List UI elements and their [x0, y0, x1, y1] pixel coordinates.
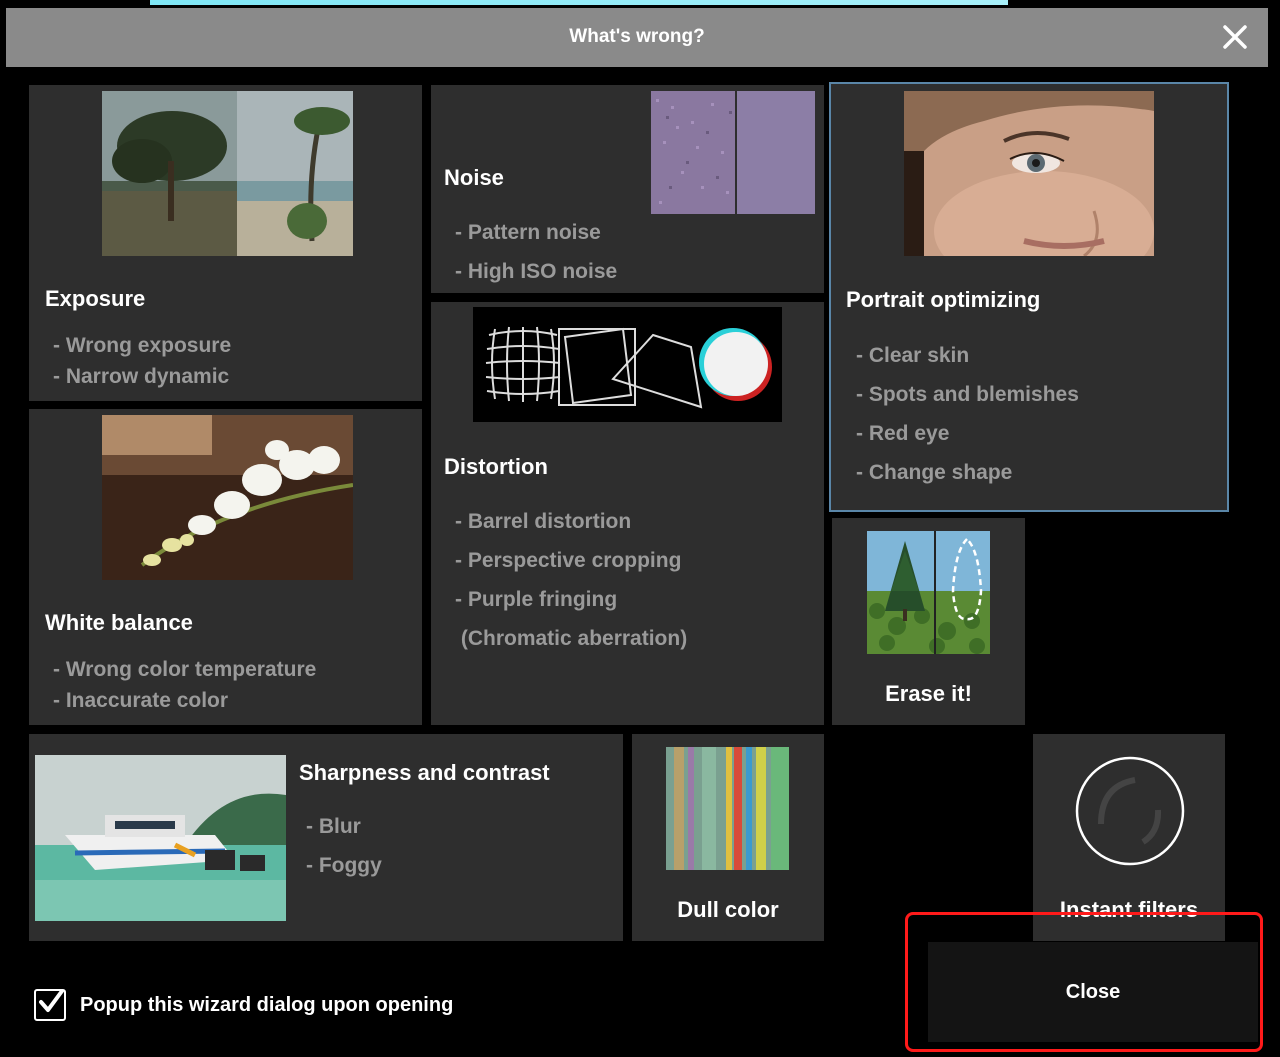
popup-on-open-checkbox[interactable] [34, 989, 66, 1021]
list-item: - Foggy [306, 854, 382, 877]
list-item: - High ISO noise [455, 260, 618, 283]
erase-title: Erase it! [885, 681, 972, 706]
popup-on-open-label: Popup this wizard dialog upon opening [80, 993, 454, 1016]
list-item: - Narrow dynamic [53, 365, 230, 388]
noise-title: Noise [444, 165, 504, 190]
card-portrait[interactable]: Portrait optimizing - Clear skin - Spots… [829, 82, 1229, 512]
list-item: - Perspective cropping [455, 549, 682, 572]
distortion-title: Distortion [444, 454, 548, 479]
card-noise[interactable]: Noise - Pattern noise - High ISO noise [431, 85, 824, 293]
list-item: - Blur [306, 815, 361, 838]
list-item: - Wrong color temperature [53, 658, 317, 681]
close-icon[interactable] [1220, 22, 1250, 52]
distortion-thumbnail [473, 307, 782, 422]
window-top-strip [150, 0, 1008, 5]
list-item: - Barrel distortion [455, 510, 632, 533]
dialog-titlebar: What's wrong? [6, 8, 1268, 67]
noise-items: - Pattern noise - High ISO noise [455, 213, 617, 291]
card-erase[interactable]: Erase it! [832, 518, 1025, 725]
list-item: (Chromatic aberration) [455, 627, 688, 650]
list-item: - Purple fringing [455, 588, 618, 611]
list-item: - Red eye [856, 422, 950, 445]
list-item: - Pattern noise [455, 221, 601, 244]
sharpness-thumbnail [35, 755, 286, 921]
noise-thumbnail [651, 91, 815, 214]
exposure-thumbnail [102, 91, 353, 256]
card-sharpness[interactable]: Sharpness and contrast - Blur - Foggy [29, 734, 623, 941]
distortion-items: - Barrel distortion - Perspective croppi… [455, 502, 687, 658]
card-exposure[interactable]: Exposure - Wrong exposure - Narrow dynam… [29, 85, 422, 401]
card-dull-color[interactable]: Dull color [632, 734, 824, 941]
erase-thumbnail [867, 531, 990, 654]
list-item: - Wrong exposure [53, 334, 232, 357]
instant-filters-title: Instant filters [1059, 897, 1199, 922]
dull-color-title: Dull color [677, 897, 779, 922]
card-instant-filters[interactable]: Instant filters [1033, 734, 1225, 941]
lens-icon [1075, 756, 1185, 866]
card-white-balance[interactable]: White balance - Wrong color temperature … [29, 409, 422, 725]
portrait-title: Portrait optimizing [846, 287, 1041, 312]
dialog-title: What's wrong? [569, 26, 705, 47]
checkmark-icon [39, 989, 64, 1012]
card-distortion[interactable]: Distortion - Barrel distortion - Perspec… [431, 302, 824, 725]
exposure-title: Exposure [45, 286, 146, 311]
list-item: - Clear skin [856, 344, 970, 367]
list-item: - Spots and blemishes [856, 383, 1079, 406]
dull-color-thumbnail [666, 747, 789, 870]
sharpness-items: - Blur - Foggy [306, 807, 382, 885]
close-button[interactable]: Close [928, 942, 1258, 1042]
exposure-items: - Wrong exposure - Narrow dynamic [53, 330, 231, 392]
white-balance-thumbnail [102, 415, 353, 580]
list-item: - Change shape [856, 461, 1013, 484]
sharpness-title: Sharpness and contrast [299, 760, 550, 785]
white-balance-items: - Wrong color temperature - Inaccurate c… [53, 654, 316, 716]
popup-on-open-checkbox-row[interactable]: Popup this wizard dialog upon opening [34, 985, 453, 1025]
list-item: - Inaccurate color [53, 689, 229, 712]
portrait-thumbnail [904, 91, 1154, 256]
white-balance-title: White balance [45, 610, 193, 635]
portrait-items: - Clear skin - Spots and blemishes - Red… [856, 336, 1079, 492]
